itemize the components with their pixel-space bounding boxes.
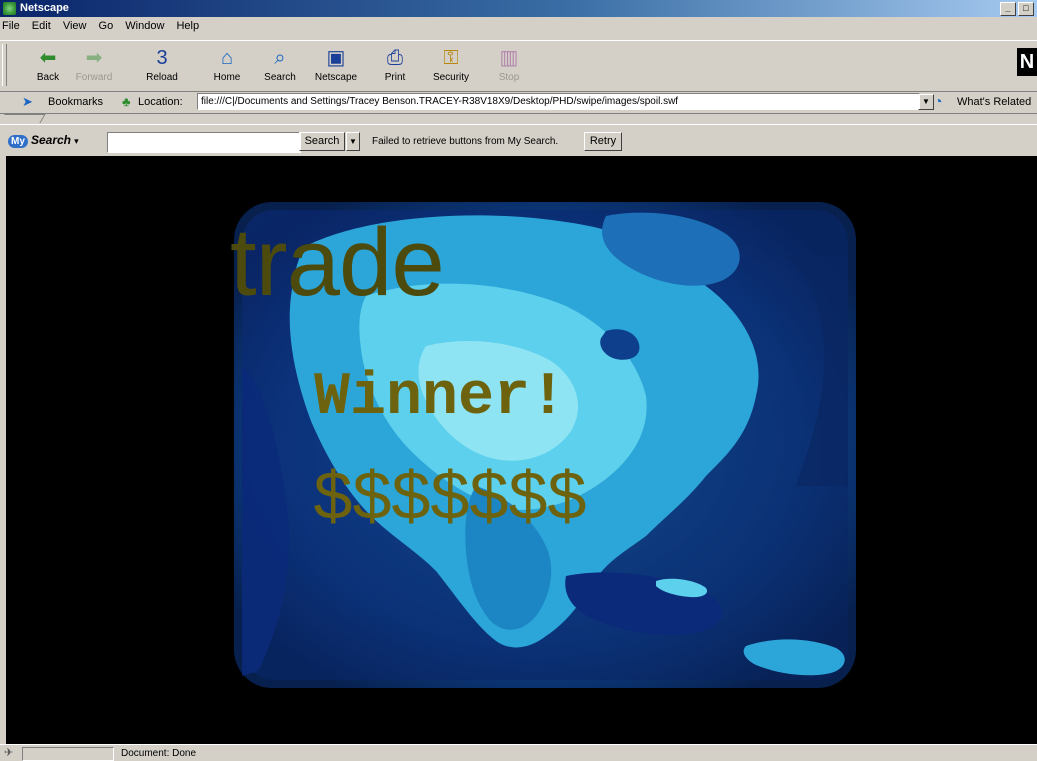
maximize-button[interactable]: □: [1018, 2, 1034, 16]
bookmarks-icon[interactable]: ➤: [22, 94, 33, 110]
location-toolbar: ➤ Bookmarks ♣ Location: file:///C|/Docum…: [0, 91, 1037, 114]
menu-bar: File Edit View Go Window Help: [0, 18, 1037, 36]
home-button[interactable]: ⌂ Home: [199, 43, 255, 89]
dollar-signs-text: $$$$$$$: [312, 462, 588, 541]
my-search-logo-text: Search: [30, 133, 71, 147]
progress-panel: [22, 747, 114, 761]
search-button[interactable]: Search: [299, 132, 345, 151]
print-button[interactable]: ⎙ Print: [367, 43, 423, 89]
winner-text: Winner!: [314, 364, 567, 432]
toolbar-button-label: Print: [384, 72, 406, 83]
location-icon[interactable]: ♣: [122, 94, 131, 109]
retry-button[interactable]: Retry: [584, 132, 622, 151]
status-text: Document: Done: [121, 748, 197, 759]
my-search-logo[interactable]: My Search ▾: [8, 133, 90, 149]
location-label: Location:: [138, 96, 183, 108]
reload-icon: 3: [156, 47, 168, 69]
reload-button[interactable]: 3 Reload: [134, 43, 190, 89]
whats-related-button[interactable]: What's Related: [957, 96, 1031, 108]
status-bar: ✈ Document: Done: [0, 744, 1037, 761]
toolbar-button-label: Reload: [146, 72, 178, 83]
toolbar-grip[interactable]: [2, 44, 7, 86]
stop-button[interactable]: ▥ Stop: [481, 43, 537, 89]
search-button[interactable]: ⌕ Search: [252, 43, 308, 89]
netscape-button[interactable]: ▣ Netscape: [308, 43, 364, 89]
my-search-badge: My: [8, 135, 28, 148]
netscape-icon: ▣: [326, 47, 346, 69]
navigation-toolbar: ⬅ Back ➡ Forward 3 Reload ⌂ Home ⌕ Search ▣ Netscap…: [0, 40, 1037, 92]
chevron-down-icon: ▾: [74, 136, 79, 146]
world-map-image: [234, 202, 856, 688]
padlock-icon: ⚿: [443, 47, 459, 69]
home-icon: ⌂: [220, 47, 234, 69]
search-icon: ⌕: [274, 47, 286, 69]
menu-file[interactable]: File: [0, 18, 25, 32]
url-input[interactable]: file:///C|/Documents and Settings/Tracey…: [197, 93, 920, 110]
back-arrow-icon: ⬅: [39, 47, 57, 69]
menu-window[interactable]: Window: [121, 18, 169, 32]
search-dropdown-button[interactable]: ▼: [346, 132, 360, 151]
security-button[interactable]: ⚿ Security: [423, 43, 479, 89]
search-input[interactable]: [107, 132, 301, 153]
flash-content-area[interactable]: trade Winner! $$$$$$$: [6, 156, 1037, 744]
search-status-message: Failed to retrieve buttons from My Searc…: [372, 136, 559, 147]
toolbar-button-label: Stop: [498, 72, 520, 83]
forward-button[interactable]: ➡ Forward: [66, 43, 122, 89]
toolbar-button-label: Search: [264, 72, 296, 83]
forward-arrow-icon: ➡: [85, 47, 103, 69]
netscape-app-icon: [3, 2, 16, 15]
trade-text: trade: [230, 209, 445, 316]
toolbar-collapse-tab[interactable]: [0, 114, 46, 123]
window-title: Netscape: [20, 2, 69, 14]
menu-view[interactable]: View: [59, 18, 92, 32]
toolbar-button-label: Forward: [75, 72, 113, 83]
security-status-icon[interactable]: ✈: [4, 746, 13, 759]
menu-go[interactable]: Go: [95, 18, 119, 32]
netscape-throbber-icon[interactable]: N: [1017, 48, 1037, 76]
title-bar: Netscape _ □: [0, 0, 1037, 17]
window-controls: _ □: [1000, 2, 1034, 16]
toolbar-button-label: Home: [213, 72, 241, 83]
printer-icon: ⎙: [387, 47, 403, 69]
menu-help[interactable]: Help: [172, 18, 204, 32]
whats-related-icon[interactable]: ◔: [934, 93, 942, 109]
toolbar-button-label: Netscape: [314, 72, 358, 83]
toolbar-button-label: Security: [432, 72, 470, 83]
bookmarks-button[interactable]: Bookmarks: [48, 96, 103, 108]
minimize-button[interactable]: _: [1000, 2, 1016, 16]
stop-icon: ▥: [499, 47, 519, 69]
my-search-toolbar: My Search ▾ Search ▼ Failed to retrieve …: [0, 124, 1037, 157]
url-dropdown-button[interactable]: ▼: [918, 94, 934, 110]
menu-edit[interactable]: Edit: [28, 18, 56, 32]
